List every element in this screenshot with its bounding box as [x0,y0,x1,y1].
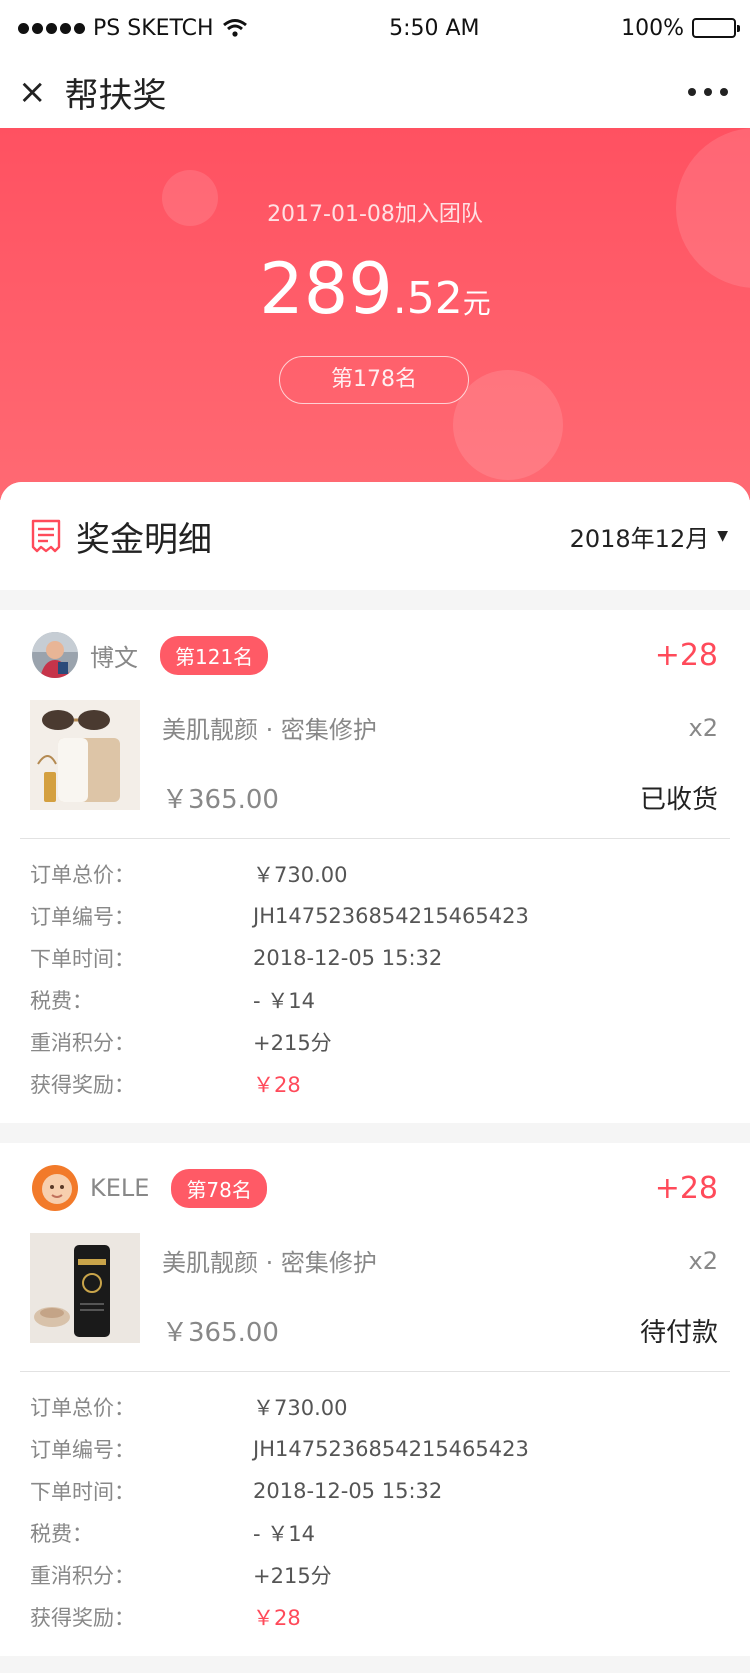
receipt-icon [31,519,61,553]
carrier: PS SKETCH [93,15,214,41]
close-icon[interactable]: × [18,72,47,112]
detail-label: 订单总价： [30,863,135,887]
avatar [32,1165,78,1211]
detail-label: 订单编号： [30,905,135,929]
rank-badge: 第178名 [279,356,469,404]
order-reward: ￥28 [253,1606,301,1630]
caret-down-icon: ▼ [717,528,728,544]
product-quantity: x2 [688,713,718,742]
user-name: 博文 [90,643,138,672]
total-amount: 289.52元 [0,248,750,330]
detail-label: 下单时间： [30,1480,135,1504]
order-status: 待付款 [639,1318,718,1348]
user-rank-badge: 第78名 [171,1168,267,1208]
signal-icon [18,22,85,34]
product-row: 美肌靓颜 · 密集修护 x2 ￥365.00 待付款 [20,1233,730,1357]
detail-row-total: 订单总价： ￥730.00 [30,1386,720,1428]
section-gap [0,1123,750,1143]
detail-row-total: 订单总价： ￥730.00 [30,853,720,895]
detail-row-order-no: 订单编号： JH1475236854215465423 [30,895,720,937]
detail-row-order-no: 订单编号： JH1475236854215465423 [30,1428,720,1470]
hero-banner: 2017-01-08加入团队 289.52元 第178名 [0,128,750,500]
nav-bar: × 帮扶奖 [0,56,750,128]
bonus-amount: +28 [654,637,718,673]
detail-label: 重消积分： [30,1031,135,1055]
order-reward: ￥28 [253,1073,301,1097]
product-row: 美肌靓颜 · 密集修护 x2 ￥365.00 已收货 [20,700,730,824]
order-time: 2018-12-05 15:32 [253,946,443,970]
product-price: ￥365.00 [162,1318,279,1348]
order-total: ￥730.00 [253,863,348,887]
join-date: 2017-01-08加入团队 [267,202,483,227]
detail-row-tax: 税费： - ￥14 [30,979,720,1021]
detail-label: 获得奖励： [30,1073,135,1097]
order-details: 订单总价： ￥730.00 订单编号： JH1475236854215465423 … [20,839,730,1123]
detail-row-reward: 获得奖励： ￥28 [30,1596,720,1638]
detail-label: 订单总价： [30,1396,135,1420]
section-title: 奖金明细 [76,519,212,560]
page-title: 帮扶奖 [64,75,167,116]
detail-label: 税费： [30,989,93,1013]
decor-bubble [453,370,563,480]
detail-row-points: 重消积分： +215分 [30,1021,720,1063]
order-status: 已收货 [639,785,718,815]
order-time: 2018-12-05 15:32 [253,1479,443,1503]
battery-icon [691,18,740,38]
order-tax: - ￥14 [253,1522,315,1546]
detail-label: 获得奖励： [30,1606,135,1630]
bonus-details-panel: 奖金明细 2018年12月 ▼ 博文 第121名 +28 美肌靓颜 · 密集修护… [0,482,750,1656]
order-number: JH1475236854215465423 [253,904,529,928]
product-quantity: x2 [688,1246,718,1275]
wifi-icon [222,19,247,37]
product-name: 美肌靓颜 · 密集修护 [162,716,377,744]
product-price: ￥365.00 [162,785,279,815]
product-name: 美肌靓颜 · 密集修护 [162,1249,377,1277]
amount-unit: 元 [462,287,491,320]
order-points: +215分 [253,1031,332,1055]
month-selector[interactable]: 2018年12月 ▼ [570,519,728,554]
detail-label: 税费： [30,1522,93,1546]
detail-row-points: 重消积分： +215分 [30,1554,720,1596]
more-icon[interactable] [688,88,728,96]
detail-row-time: 下单时间： 2018-12-05 15:32 [30,1470,720,1512]
product-image [30,1233,140,1343]
detail-label: 下单时间： [30,947,135,971]
battery-percent: 100% [621,15,684,41]
user-name: KELE [90,1174,150,1202]
detail-row-reward: 获得奖励： ￥28 [30,1063,720,1105]
section-gap [0,590,750,610]
amount-integer: 289 [259,248,393,330]
user-rank-badge: 第121名 [160,635,269,675]
order-tax: - ￥14 [253,989,315,1013]
order-details: 订单总价： ￥730.00 订单编号： JH1475236854215465423 … [20,1372,730,1656]
detail-label: 订单编号： [30,1438,135,1462]
detail-row-time: 下单时间： 2018-12-05 15:32 [30,937,720,979]
order-card[interactable]: 博文 第121名 +28 美肌靓颜 · 密集修护 x2 ￥365.00 已收货 … [0,610,750,1123]
amount-decimal: .52 [392,273,463,324]
order-number: JH1475236854215465423 [253,1437,529,1461]
order-points: +215分 [253,1564,332,1588]
month-label: 2018年12月 [569,524,710,553]
status-bar: PS SKETCH 5:50 AM 100% [0,0,750,56]
section-header: 奖金明细 2018年12月 ▼ [0,482,750,590]
avatar [32,632,78,678]
order-card[interactable]: KELE 第78名 +28 美肌靓颜 · 密集修护 x2 ￥365.00 待付款… [0,1143,750,1656]
detail-row-tax: 税费： - ￥14 [30,1512,720,1554]
detail-label: 重消积分： [30,1564,135,1588]
product-image [30,700,140,810]
bonus-amount: +28 [654,1170,718,1206]
order-total: ￥730.00 [253,1396,348,1420]
status-time: 5:50 AM [389,15,480,41]
